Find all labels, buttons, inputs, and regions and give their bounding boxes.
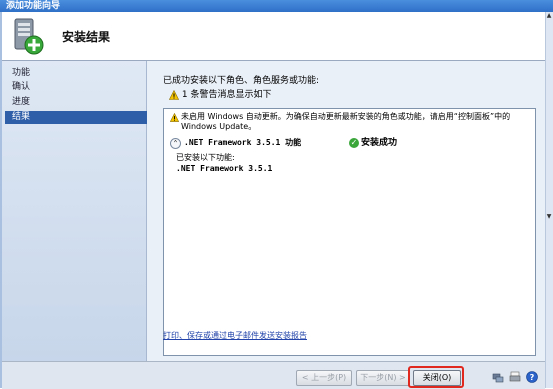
close-button[interactable]: 关闭(O) bbox=[413, 370, 461, 386]
warning-summary: 1 条警告消息显示如下 bbox=[169, 89, 271, 102]
feature-status-text: 安装成功 bbox=[361, 138, 398, 148]
scroll-down-icon[interactable]: ▼ bbox=[546, 214, 552, 220]
wizard-header: 安装结果 bbox=[2, 12, 545, 61]
report-link[interactable]: 打印、保存或通过电子邮件发送安装报告 bbox=[163, 330, 307, 341]
step-results[interactable]: 结果 bbox=[5, 111, 152, 124]
installed-item: .NET Framework 3.5.1 bbox=[176, 164, 273, 173]
server-add-icon bbox=[14, 18, 44, 55]
warning-icon bbox=[170, 113, 179, 122]
svg-text:?: ? bbox=[530, 373, 535, 382]
success-check-icon: ✓ bbox=[349, 137, 359, 148]
installed-heading: 已安装以下功能: bbox=[176, 153, 235, 162]
window-title: 添加功能向导 bbox=[6, 1, 61, 11]
feature-status: ✓ 安装成功 bbox=[349, 137, 397, 149]
collapse-icon[interactable]: ⌃ bbox=[170, 138, 181, 149]
warning-icon bbox=[169, 89, 179, 100]
update-notice-text: 未启用 Windows 自动更新。为确保自动更新最新安装的角色或功能，请启用“控… bbox=[181, 112, 511, 131]
help-icon[interactable]: ? bbox=[526, 371, 538, 383]
wizard-steps: 功能 确认 进度 结果 bbox=[2, 61, 152, 361]
step-features[interactable]: 功能 bbox=[12, 67, 30, 80]
results-panel[interactable]: 未启用 Windows 自动更新。为确保自动更新最新安装的角色或功能，请启用“控… bbox=[163, 108, 536, 356]
next-button[interactable]: 下一步(N) > bbox=[356, 370, 410, 386]
printer-icon[interactable] bbox=[509, 371, 521, 383]
window-titlebar[interactable]: 添加功能向导 bbox=[0, 0, 553, 12]
scroll-up-icon[interactable]: ▲ bbox=[546, 13, 552, 19]
page-title: 安装结果 bbox=[62, 30, 111, 44]
network-icon[interactable] bbox=[492, 371, 504, 383]
previous-button[interactable]: < 上一步(P) bbox=[296, 370, 352, 386]
summary-text: 已成功安装以下角色、角色服务或功能: bbox=[163, 76, 320, 86]
step-confirm[interactable]: 确认 bbox=[12, 81, 30, 94]
feature-row: ⌃ .NET Framework 3.5.1 功能 ✓ 安装成功 bbox=[170, 137, 532, 149]
warning-summary-text: 1 条警告消息显示如下 bbox=[181, 90, 272, 100]
feature-name: .NET Framework 3.5.1 功能 bbox=[184, 138, 302, 147]
step-progress[interactable]: 进度 bbox=[12, 96, 30, 109]
window-scrollbar[interactable] bbox=[545, 12, 553, 388]
wizard-footer: < 上一步(P) 下一步(N) > 关闭(O) ? bbox=[2, 361, 545, 389]
wizard-content: 已成功安装以下角色、角色服务或功能: 1 条警告消息显示如下 未启用 Windo… bbox=[147, 61, 545, 361]
